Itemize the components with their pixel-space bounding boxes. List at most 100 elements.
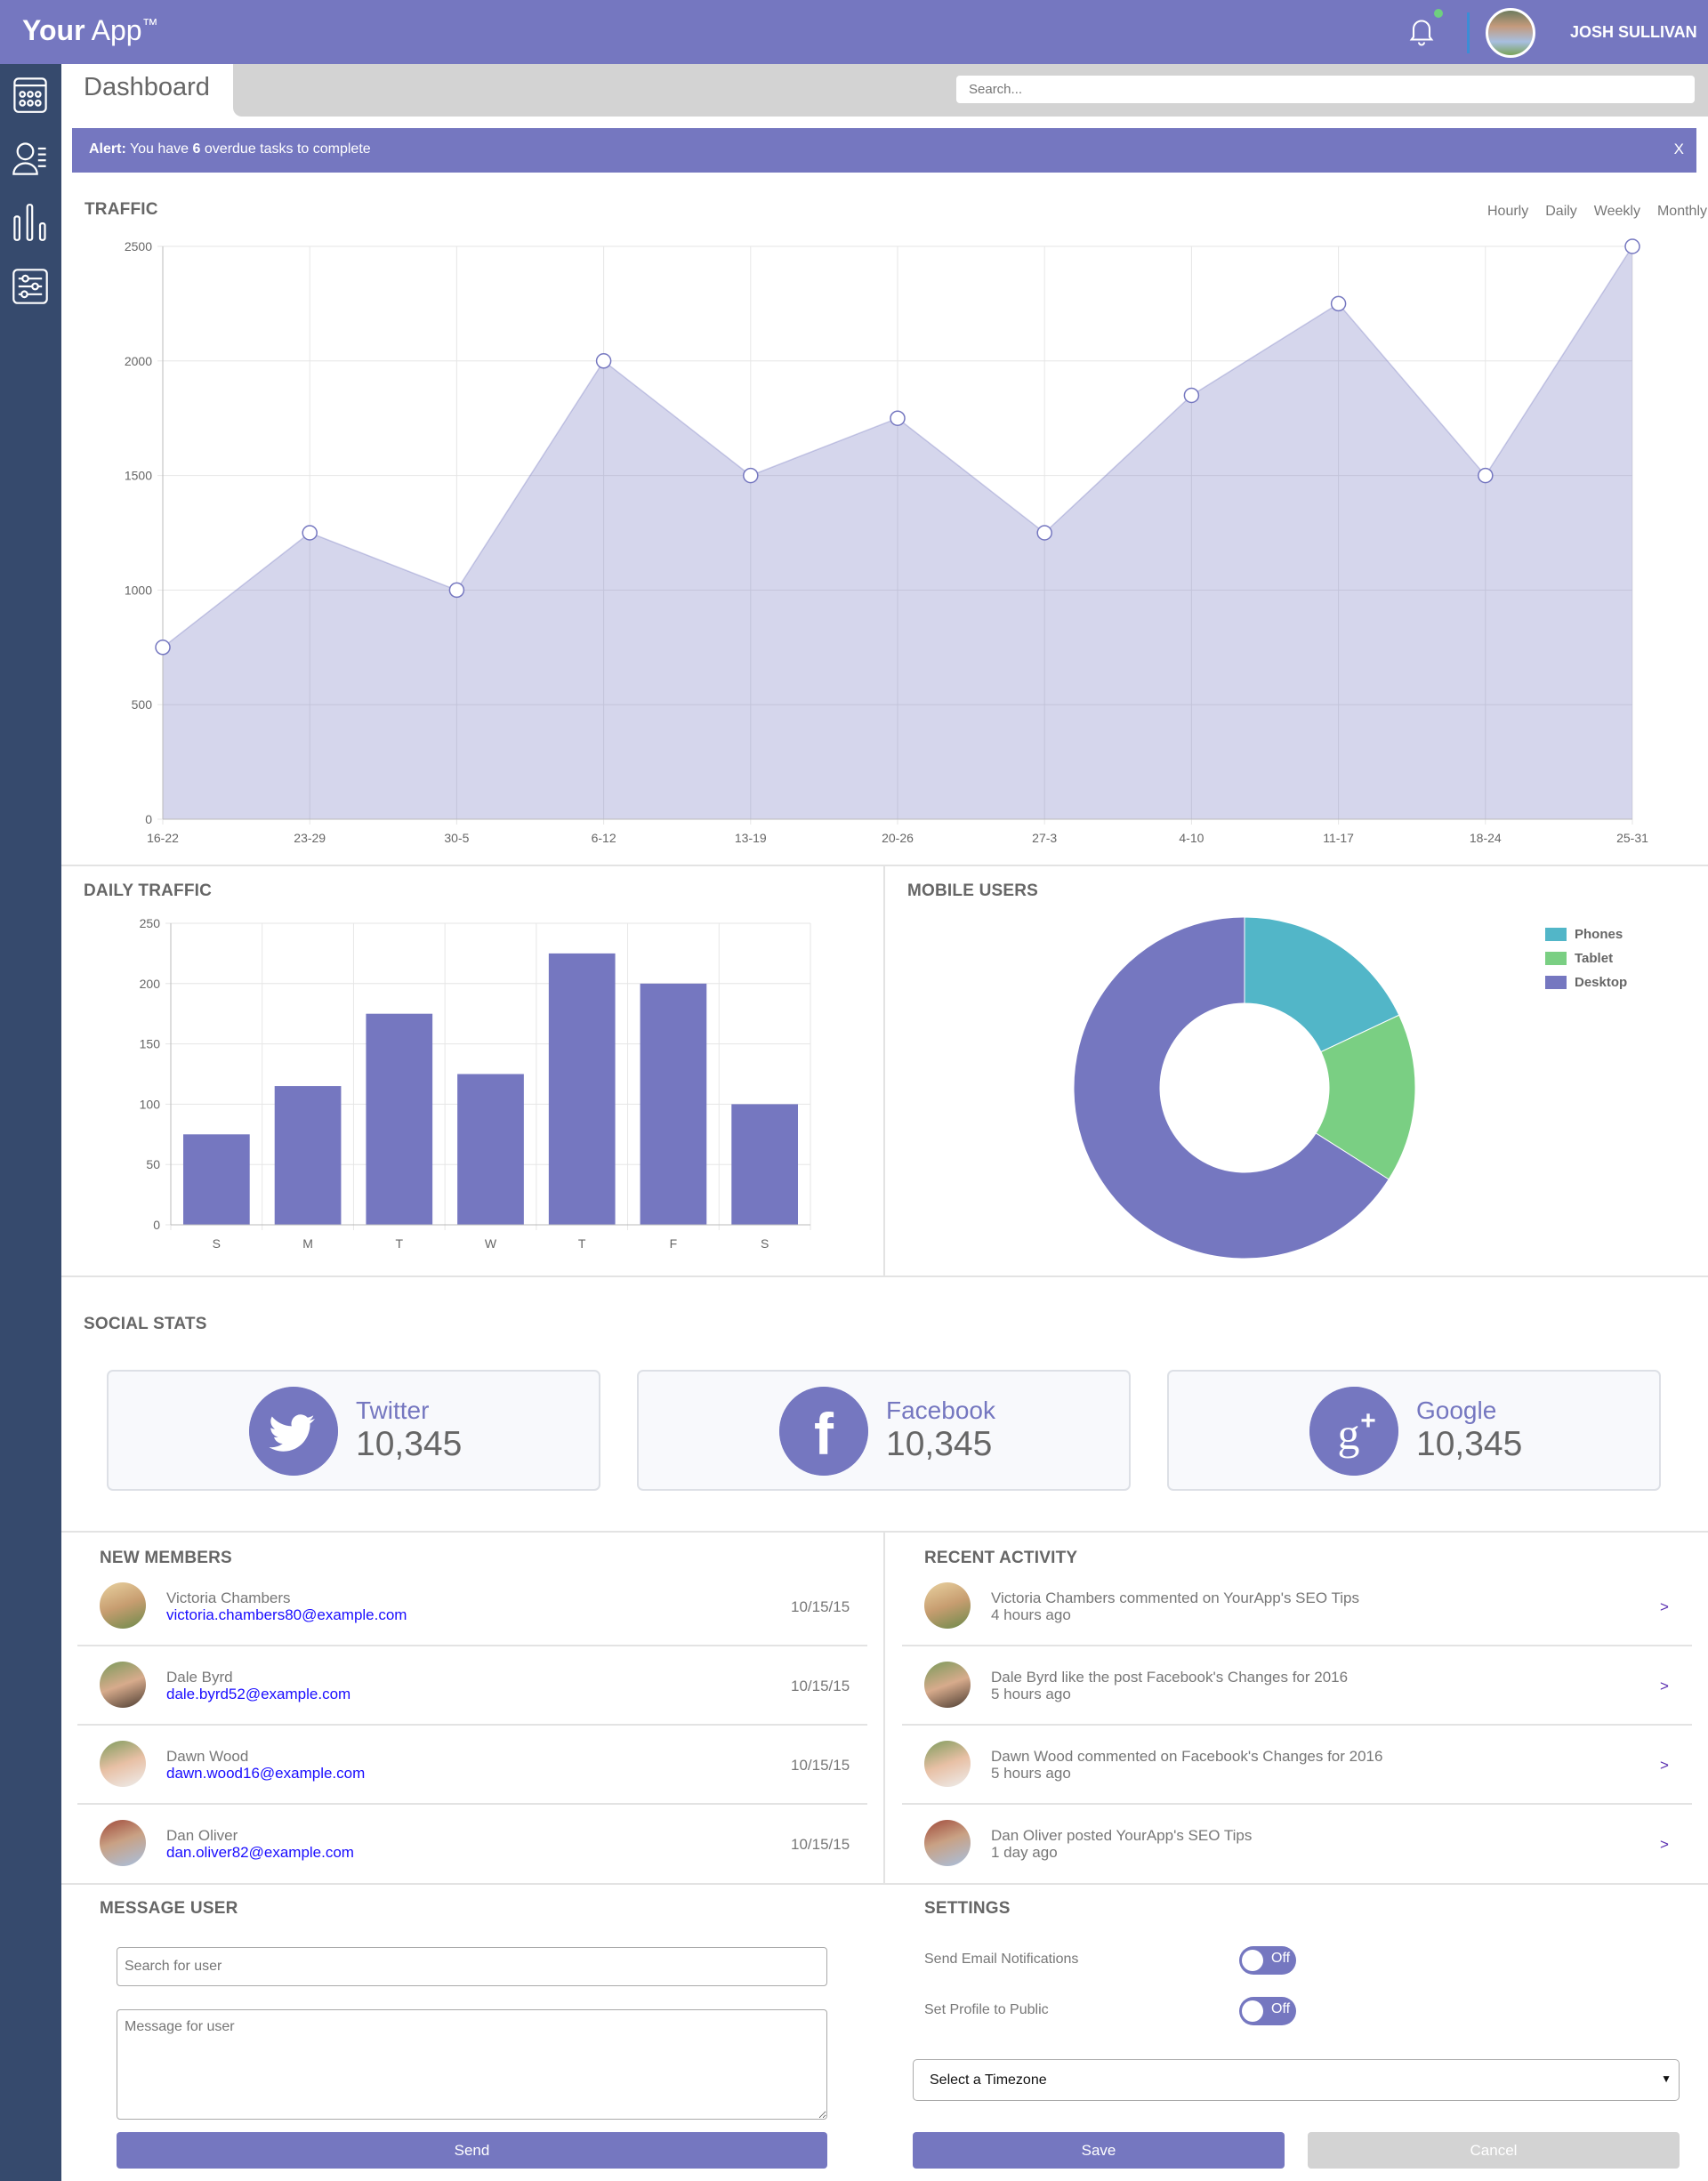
filter-hourly[interactable]: Hourly	[1487, 204, 1528, 220]
public-profile-label: Set Profile to Public	[924, 2002, 1049, 2017]
y-tick-label: 0	[145, 812, 152, 826]
filter-daily[interactable]: Daily	[1545, 204, 1577, 220]
member-email[interactable]: dawn.wood16@example.com	[166, 1765, 365, 1783]
svg-text:+: +	[1360, 1406, 1376, 1436]
send-button[interactable]: Send	[117, 2132, 827, 2169]
facebook-value: 10,345	[886, 1425, 993, 1463]
x-tick-label: 23-29	[294, 831, 326, 845]
timezone-value: Select a Timezone	[930, 2072, 1047, 2088]
bar-chart-icon[interactable]	[11, 203, 50, 242]
activity-avatar	[924, 1741, 971, 1787]
chevron-right-icon[interactable]: >	[1660, 1836, 1669, 1854]
x-tick-label: 18-24	[1470, 831, 1502, 845]
message-textarea[interactable]	[117, 2009, 827, 2120]
chevron-right-icon[interactable]: >	[1660, 1598, 1669, 1616]
x-tick-label: T	[578, 1236, 586, 1251]
users-list-icon[interactable]	[11, 139, 50, 178]
cancel-button[interactable]: Cancel	[1308, 2132, 1680, 2169]
member-email[interactable]: dan.oliver82@example.com	[166, 1844, 354, 1862]
traffic-point	[1478, 467, 1494, 484]
filter-weekly[interactable]: Weekly	[1594, 204, 1640, 220]
bell-icon[interactable]	[1406, 14, 1438, 46]
x-tick-label: 20-26	[882, 831, 914, 845]
activity-avatar	[924, 1582, 971, 1629]
toggle-state: Off	[1271, 2001, 1291, 2016]
row-divider	[902, 1724, 1692, 1726]
twitter-card[interactable]: Twitter 10,345	[107, 1370, 600, 1491]
google-label: Google	[1416, 1396, 1497, 1424]
chevron-right-icon[interactable]: >	[1660, 1678, 1669, 1695]
member-email[interactable]: victoria.chambers80@example.com	[166, 1606, 407, 1624]
alert-count: 6	[192, 141, 201, 157]
sliders-icon[interactable]	[11, 267, 50, 306]
y-tick-label: 2500	[125, 239, 152, 254]
member-email[interactable]: dale.byrd52@example.com	[166, 1686, 350, 1703]
activity-time: 1 day ago	[991, 1844, 1058, 1861]
member-date: 10/15/15	[791, 1757, 850, 1774]
alert-text: You have	[129, 141, 189, 157]
save-button[interactable]: Save	[913, 2132, 1285, 2169]
bar	[457, 1074, 524, 1225]
legend-label: Tablet	[1575, 951, 1614, 966]
traffic-point	[595, 353, 612, 369]
tab-dashboard[interactable]: Dashboard	[61, 64, 233, 117]
app-logo[interactable]: Your App™	[22, 14, 158, 47]
user-name[interactable]: JOSH SULLIVAN	[1570, 23, 1697, 42]
bar	[731, 1104, 798, 1225]
x-tick-label: S	[761, 1236, 769, 1251]
y-tick-label: 150	[140, 1037, 161, 1051]
row-divider	[77, 1724, 867, 1726]
row-divider	[77, 1803, 867, 1805]
facebook-card[interactable]: f Facebook 10,345	[637, 1370, 1131, 1491]
x-tick-label: 16-22	[147, 831, 179, 845]
traffic-point	[743, 467, 759, 484]
facebook-label: Facebook	[886, 1396, 995, 1424]
divider	[61, 1276, 1708, 1277]
google-card[interactable]: g + Google 10,345	[1167, 1370, 1661, 1491]
y-tick-label: 200	[140, 977, 161, 991]
search-input[interactable]	[956, 76, 1695, 103]
chevron-right-icon[interactable]: >	[1660, 1757, 1669, 1775]
timezone-select[interactable]: Select a Timezone ▼	[913, 2059, 1680, 2101]
alert-close-button[interactable]: X	[1674, 141, 1684, 158]
filter-monthly[interactable]: Monthly	[1657, 204, 1707, 220]
public-profile-toggle[interactable]: Off	[1239, 1997, 1296, 2025]
legend-item: Desktop	[1545, 975, 1627, 990]
legend-item: Tablet	[1545, 951, 1627, 966]
x-tick-label: M	[302, 1236, 313, 1251]
legend-swatch	[1545, 952, 1567, 965]
x-tick-label: 11-17	[1323, 831, 1354, 845]
traffic-point	[1624, 238, 1640, 254]
x-tick-label: 25-31	[1616, 831, 1648, 845]
traffic-point	[1183, 387, 1200, 404]
alert-label: Alert:	[89, 141, 126, 157]
activity-text: Dale Byrd like the post Facebook's Chang…	[991, 1669, 1349, 1686]
user-avatar[interactable]	[1486, 8, 1535, 58]
calendar-icon[interactable]	[11, 75, 50, 114]
mobile-users-donut	[1073, 916, 1416, 1260]
settings-title: SETTINGS	[924, 1899, 1011, 1918]
bar	[366, 1013, 433, 1225]
alert-text: overdue tasks to complete	[204, 141, 371, 157]
new-members-title: NEW MEMBERS	[100, 1549, 232, 1567]
activity-avatar	[924, 1820, 971, 1866]
x-tick-label: F	[670, 1236, 678, 1251]
chevron-down-icon: ▼	[1661, 2072, 1672, 2085]
activity-time: 5 hours ago	[991, 1686, 1071, 1702]
bar	[274, 1086, 342, 1225]
member-date: 10/15/15	[791, 1598, 850, 1615]
x-tick-label: W	[485, 1236, 497, 1251]
y-tick-label: 1000	[125, 583, 152, 597]
legend-item: Phones	[1545, 927, 1627, 942]
x-tick-label: 4-10	[1179, 831, 1204, 845]
member-avatar	[100, 1662, 146, 1708]
email-notifications-toggle[interactable]: Off	[1239, 1946, 1296, 1975]
traffic-point	[448, 582, 465, 599]
row-divider	[902, 1803, 1692, 1805]
activity-time: 5 hours ago	[991, 1765, 1071, 1782]
bar	[640, 983, 707, 1225]
activity-time: 4 hours ago	[991, 1606, 1071, 1623]
traffic-title: TRAFFIC	[85, 200, 158, 219]
user-search-input[interactable]	[117, 1947, 827, 1986]
legend-swatch	[1545, 928, 1567, 941]
